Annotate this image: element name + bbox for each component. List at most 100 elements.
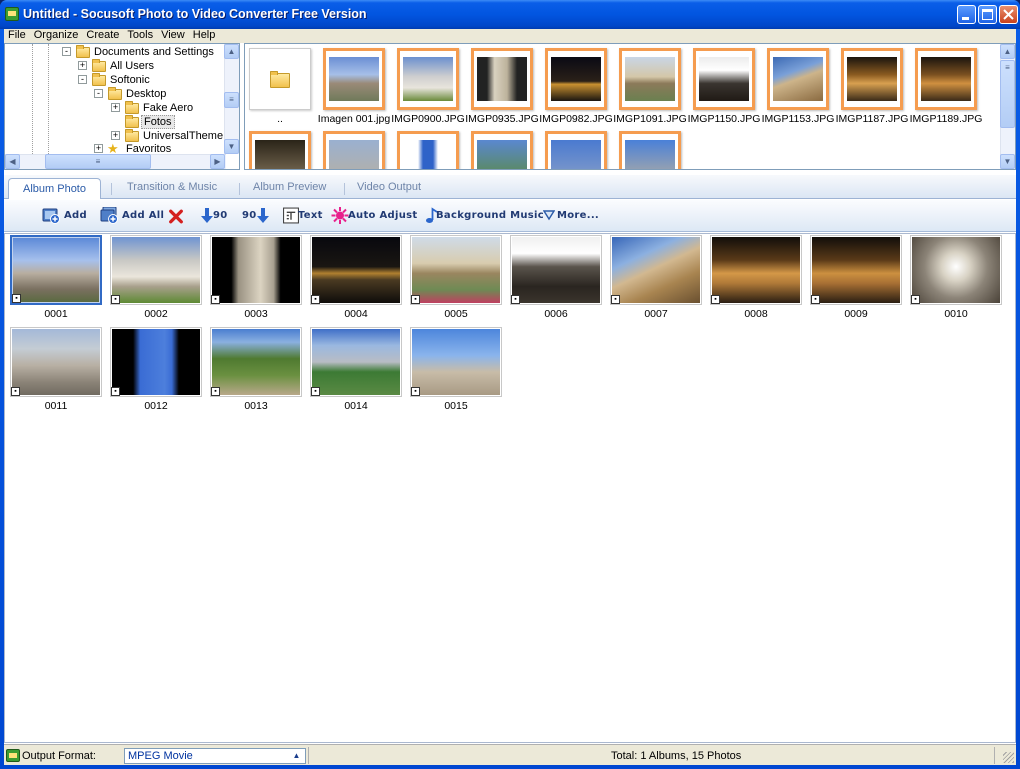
browser-vertical-scrollbar[interactable]: ▲ ≡ ▼: [1000, 44, 1015, 169]
album-photo-0007[interactable]: ▪: [610, 235, 702, 305]
album-photo-0001[interactable]: ▪: [10, 235, 102, 305]
maximize-button[interactable]: [978, 5, 997, 24]
dropdown-arrow-icon[interactable]: ▲: [290, 750, 303, 762]
title-bar[interactable]: Untitled - Socusoft Photo to Video Conve…: [0, 0, 1020, 29]
expand-icon[interactable]: +: [94, 144, 103, 153]
menu-tools[interactable]: Tools: [123, 30, 157, 41]
album-photo-0008[interactable]: ▪: [710, 235, 802, 305]
tab-divider: [111, 183, 112, 195]
photo-label: 0010: [944, 308, 968, 320]
scroll-down-icon[interactable]: ▼: [1000, 154, 1015, 169]
file-thumbnail[interactable]: [471, 131, 533, 169]
album-photo-0002[interactable]: ▪: [110, 235, 202, 305]
album-photo-0005[interactable]: ▪: [410, 235, 502, 305]
scroll-thumb[interactable]: ≡: [224, 92, 239, 108]
expand-icon[interactable]: +: [111, 103, 120, 112]
album-toolbar: Add Add All 90 90 Text Auto Adjust Backg…: [4, 200, 1016, 232]
output-format-select[interactable]: MPEG Movie ▲: [124, 748, 306, 764]
expand-icon[interactable]: +: [78, 61, 87, 70]
photo-marker-icon: ▪: [411, 295, 420, 304]
open-folder-icon: [125, 115, 139, 128]
album-photo-0011[interactable]: ▪: [10, 327, 102, 397]
add-photo-icon: [42, 208, 60, 224]
album-total-text: Total: 1 Albums, 15 Photos: [611, 750, 742, 762]
file-thumbnail[interactable]: [323, 131, 385, 169]
album-photo-0003[interactable]: ▪: [210, 235, 302, 305]
file-thumbnail[interactable]: [915, 48, 977, 110]
tree-item-all-users[interactable]: + All Users: [78, 59, 228, 73]
minimize-button[interactable]: [957, 5, 976, 24]
delete-icon[interactable]: [167, 208, 185, 225]
menu-organize[interactable]: Organize: [30, 30, 83, 41]
status-divider: [994, 747, 995, 764]
folder-tree[interactable]: - Documents and Settings + All Users - S…: [4, 43, 240, 170]
parent-folder-tile[interactable]: [249, 48, 311, 110]
album-photo-0006[interactable]: ▪: [510, 235, 602, 305]
album-photo-0012[interactable]: ▪: [110, 327, 202, 397]
album-photo-0010[interactable]: ▪: [910, 235, 1002, 305]
collapse-icon[interactable]: -: [78, 75, 87, 84]
scroll-right-icon[interactable]: ▶: [210, 154, 225, 169]
tree-horizontal-scrollbar[interactable]: ◀ ≡ ▶: [5, 154, 226, 169]
file-thumbnail[interactable]: [619, 131, 681, 169]
tree-item-documents-and-settings[interactable]: - Documents and Settings: [62, 45, 232, 59]
file-browser[interactable]: .. Imagen 001.jpg IMGP0900.JPG IMGP0935.…: [244, 43, 1016, 170]
tab-video-output[interactable]: Video Output: [357, 181, 421, 193]
scroll-up-icon[interactable]: ▲: [224, 44, 239, 59]
tab-album-preview[interactable]: Album Preview: [253, 181, 326, 193]
album-photo-grid[interactable]: ▪ 0001 ▪ 0002 ▪ 0003 ▪ 0004 ▪ 0005 ▪ 000…: [4, 233, 1016, 743]
tree-item-softonic[interactable]: - Softonic: [78, 73, 228, 87]
tab-divider: [239, 183, 240, 195]
expand-icon[interactable]: +: [111, 131, 120, 140]
file-thumbnail[interactable]: [693, 48, 755, 110]
tab-transition-music[interactable]: Transition & Music: [127, 181, 217, 193]
scroll-thumb[interactable]: ≡: [1000, 60, 1015, 128]
photo-label: 0001: [44, 308, 68, 320]
tree-item-fotos[interactable]: Fotos: [111, 115, 226, 129]
status-bar: Output Format: MPEG Movie ▲ Total: 1 Alb…: [4, 744, 1016, 765]
file-thumbnail[interactable]: [397, 131, 459, 169]
tree-item-desktop[interactable]: - Desktop: [94, 87, 224, 101]
menu-help[interactable]: Help: [189, 30, 220, 41]
album-photo-0004[interactable]: ▪: [310, 235, 402, 305]
album-photo-0014[interactable]: ▪: [310, 327, 402, 397]
scroll-down-icon[interactable]: ▼: [224, 139, 239, 154]
tree-item-universalthemepat[interactable]: + UniversalThemePat: [111, 129, 226, 143]
file-thumbnail[interactable]: [471, 48, 533, 110]
file-thumbnail[interactable]: [619, 48, 681, 110]
menu-create[interactable]: Create: [82, 30, 123, 41]
scroll-thumb[interactable]: ≡: [45, 154, 151, 169]
collapse-icon[interactable]: -: [62, 47, 71, 56]
file-thumbnail[interactable]: [249, 131, 311, 169]
resize-grip[interactable]: [1003, 752, 1014, 763]
album-photo-0013[interactable]: ▪: [210, 327, 302, 397]
file-thumbnail[interactable]: [841, 48, 903, 110]
scroll-left-icon[interactable]: ◀: [5, 154, 20, 169]
photo-marker-icon: ▪: [811, 295, 820, 304]
file-thumbnail[interactable]: [545, 48, 607, 110]
folder-icon: [125, 129, 139, 142]
album-photo-0009[interactable]: ▪: [810, 235, 902, 305]
file-thumbnail[interactable]: [545, 131, 607, 169]
status-divider: [308, 747, 309, 764]
file-thumbnail[interactable]: [323, 48, 385, 110]
folder-icon: [108, 87, 122, 100]
tab-album-photo[interactable]: Album Photo: [8, 178, 101, 199]
file-thumbnail[interactable]: [397, 48, 459, 110]
close-button[interactable]: [999, 5, 1018, 24]
menu-file[interactable]: File: [4, 30, 30, 41]
file-thumbnail[interactable]: [767, 48, 829, 110]
tree-vertical-scrollbar[interactable]: ▲ ≡ ▼: [224, 44, 239, 154]
scroll-up-icon[interactable]: ▲: [1000, 44, 1015, 59]
photo-label: 0012: [144, 400, 168, 412]
tree-item-label: Fake Aero: [143, 102, 194, 114]
file-name: IMGP1189.JPG: [909, 113, 983, 125]
maximize-icon: [982, 9, 993, 20]
collapse-icon[interactable]: -: [94, 89, 103, 98]
file-name: IMGP0900.JPG: [391, 113, 465, 125]
menu-view[interactable]: View: [157, 30, 189, 41]
dropdown-triangle-icon: [543, 210, 555, 221]
tree-item-fake-aero[interactable]: + Fake Aero: [111, 101, 226, 115]
app-icon[interactable]: [5, 7, 19, 21]
album-photo-0015[interactable]: ▪: [410, 327, 502, 397]
